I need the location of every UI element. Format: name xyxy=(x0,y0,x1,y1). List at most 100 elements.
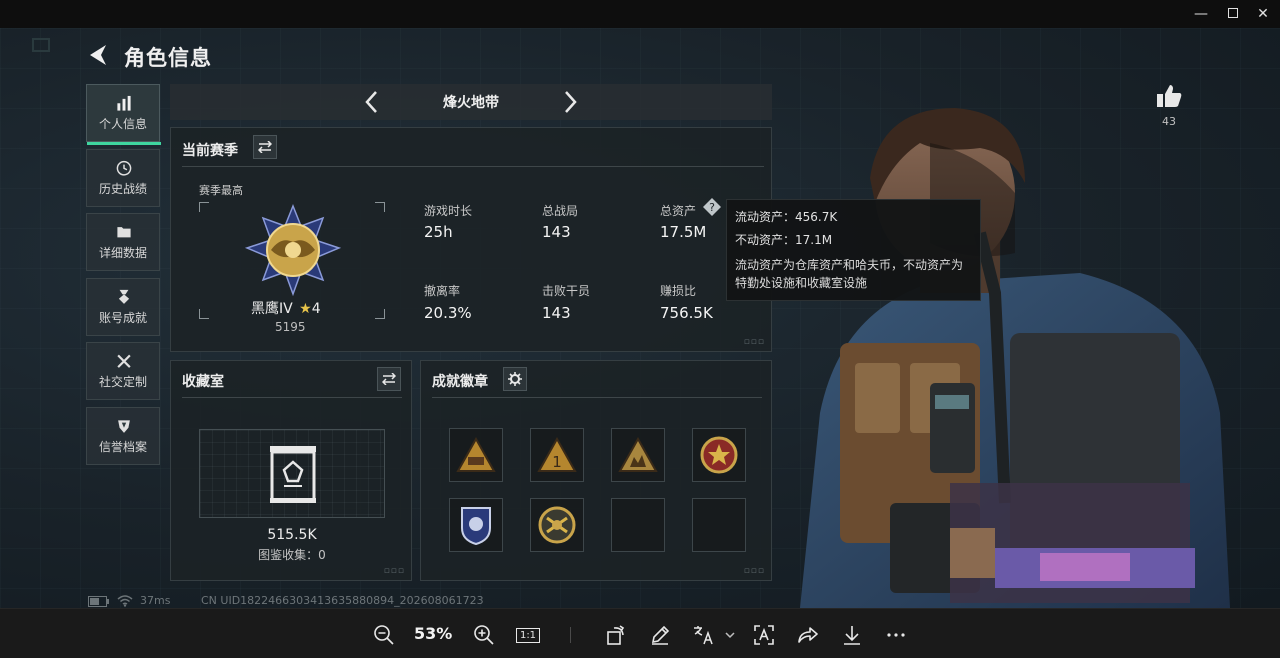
corner-dots: ▫▫▫ xyxy=(383,566,405,576)
text-scan-icon xyxy=(754,625,774,645)
maximize-icon xyxy=(1228,8,1238,18)
badge-slot[interactable] xyxy=(449,428,503,482)
svg-text:?: ? xyxy=(709,201,715,214)
nav-item-detail-data[interactable]: 详细数据 xyxy=(86,213,160,271)
corner-decoration xyxy=(32,38,50,52)
more-icon xyxy=(887,633,905,637)
badge-slot[interactable] xyxy=(530,498,584,552)
viewer-toolbar: 53% 1:1 xyxy=(0,608,1280,658)
season-switch-button[interactable] xyxy=(253,135,277,159)
frame-corner xyxy=(375,202,385,212)
collection-value: 515.5K xyxy=(267,527,317,543)
stat-value-kills: 143 xyxy=(542,304,571,322)
like-count: 43 xyxy=(1162,115,1176,128)
help-icon[interactable]: ? xyxy=(703,198,721,216)
clock-icon xyxy=(116,160,132,176)
medal-icon xyxy=(118,289,130,304)
tooltip-liquid-assets: 流动资产：456.7K xyxy=(735,210,838,224)
rotate-button[interactable] xyxy=(604,623,628,647)
chevron-right-icon[interactable] xyxy=(558,88,582,116)
rotate-icon xyxy=(607,625,625,645)
rank-score: 5195 xyxy=(275,320,306,334)
round-badge-icon xyxy=(700,436,738,474)
collection-panel: 收藏室 515.5K 图鉴收集：0 ▫▫▫ xyxy=(170,360,412,581)
nav-label: 账号成就 xyxy=(98,310,147,325)
frame-corner xyxy=(199,202,209,212)
stat-value-profit-ratio: 756.5K xyxy=(660,304,713,322)
download-button[interactable] xyxy=(840,623,864,647)
nav-item-social[interactable]: 社交定制 xyxy=(86,342,160,400)
divider xyxy=(182,397,402,398)
folder-icon xyxy=(117,227,131,238)
rank-title: 黑鹰IV xyxy=(251,301,293,317)
chevron-left-icon[interactable] xyxy=(360,88,384,116)
divider xyxy=(432,397,762,398)
badge-slot-empty[interactable] xyxy=(611,498,665,552)
zoom-in-button[interactable] xyxy=(472,623,496,647)
tooltip-fixed-assets: 不动资产：17.1M xyxy=(735,233,833,247)
stat-label-play-time: 游戏时长 xyxy=(424,204,473,218)
tooltip-note: 流动资产为仓库资产和哈夫币，不动资产为特勤处设施和收藏室设施 xyxy=(735,258,964,290)
actual-size-button[interactable]: 1:1 xyxy=(515,623,541,647)
minimize-button[interactable]: — xyxy=(1184,3,1218,25)
thumbs-up-icon[interactable] xyxy=(1155,82,1183,110)
stat-label-extract-rate: 撤离率 xyxy=(424,284,461,298)
nav-label: 历史战绩 xyxy=(98,181,147,196)
rank-emblem-icon xyxy=(244,204,342,296)
gear-icon xyxy=(508,372,522,386)
nav-item-achievements[interactable]: 账号成就 xyxy=(86,277,160,336)
translate-button[interactable] xyxy=(692,623,736,647)
zoom-out-icon xyxy=(374,625,394,645)
bar-chart-icon xyxy=(117,95,131,111)
game-viewport: 角色信息 个人信息 历史战绩 详细数据 账号成就 社交定制 信誉档案 烽火地带 … xyxy=(0,28,1280,608)
maximize-button[interactable] xyxy=(1216,3,1250,25)
frame-corner xyxy=(375,309,385,319)
triangle-badge-icon: 1 xyxy=(537,437,577,472)
uid-text: CN UID1822466303413635880894_20260806172… xyxy=(201,594,484,607)
share-button[interactable] xyxy=(796,623,820,647)
stat-label-total-matches: 总战局 xyxy=(542,204,579,218)
collection-progress: 图鉴收集：0 xyxy=(258,548,326,562)
zoom-out-button[interactable] xyxy=(372,623,396,647)
badge-slot[interactable] xyxy=(611,428,665,482)
triangle-badge-icon xyxy=(456,437,496,472)
swap-icon xyxy=(258,141,272,153)
stat-label-total-assets: 总资产 xyxy=(660,204,697,218)
corner-dots: ▫▫▫ xyxy=(743,337,765,347)
side-nav: 个人信息 历史战绩 详细数据 账号成就 社交定制 信誉档案 xyxy=(86,84,161,471)
nav-label: 详细数据 xyxy=(98,246,147,260)
divider xyxy=(182,166,764,167)
share-icon xyxy=(798,627,818,643)
close-button[interactable]: ✕ xyxy=(1246,3,1280,25)
edit-button[interactable] xyxy=(648,623,672,647)
nav-label: 个人信息 xyxy=(98,117,147,131)
collection-showcase[interactable] xyxy=(199,429,385,518)
back-arrow-icon[interactable] xyxy=(86,42,112,68)
season-title: 当前赛季 xyxy=(182,143,238,159)
nav-item-personal-info[interactable]: 个人信息 xyxy=(86,84,161,145)
svg-text:1: 1 xyxy=(552,453,562,471)
tools-icon xyxy=(117,354,131,368)
translate-icon xyxy=(694,626,735,645)
collection-switch-button[interactable] xyxy=(377,367,401,391)
zoom-level[interactable]: 53% xyxy=(414,624,452,643)
badge-slot[interactable] xyxy=(692,428,746,482)
map-selector: 烽火地带 xyxy=(170,84,772,120)
achievement-settings-button[interactable] xyxy=(503,367,527,391)
zoom-in-icon xyxy=(474,625,494,645)
asset-tooltip: 流动资产：456.7K 不动资产：17.1M 流动资产为仓库资产和哈夫币，不动资… xyxy=(726,199,981,301)
text-recognition-button[interactable] xyxy=(752,623,776,647)
download-icon xyxy=(844,626,860,645)
stat-value-extract-rate: 20.3% xyxy=(424,304,472,322)
map-name: 烽火地带 xyxy=(443,95,499,111)
more-button[interactable] xyxy=(884,623,908,647)
badge-slot[interactable]: 1 xyxy=(530,428,584,482)
nav-item-credit[interactable]: 信誉档案 xyxy=(86,406,160,465)
stat-value-total-assets: 17.5M xyxy=(660,223,707,241)
badge-slot[interactable] xyxy=(449,498,503,552)
wifi-icon xyxy=(117,595,133,607)
badge-slot-empty[interactable] xyxy=(692,498,746,552)
rank-stars: 4 xyxy=(311,301,321,317)
shield-icon xyxy=(118,419,130,433)
nav-item-history[interactable]: 历史战绩 xyxy=(86,148,160,207)
